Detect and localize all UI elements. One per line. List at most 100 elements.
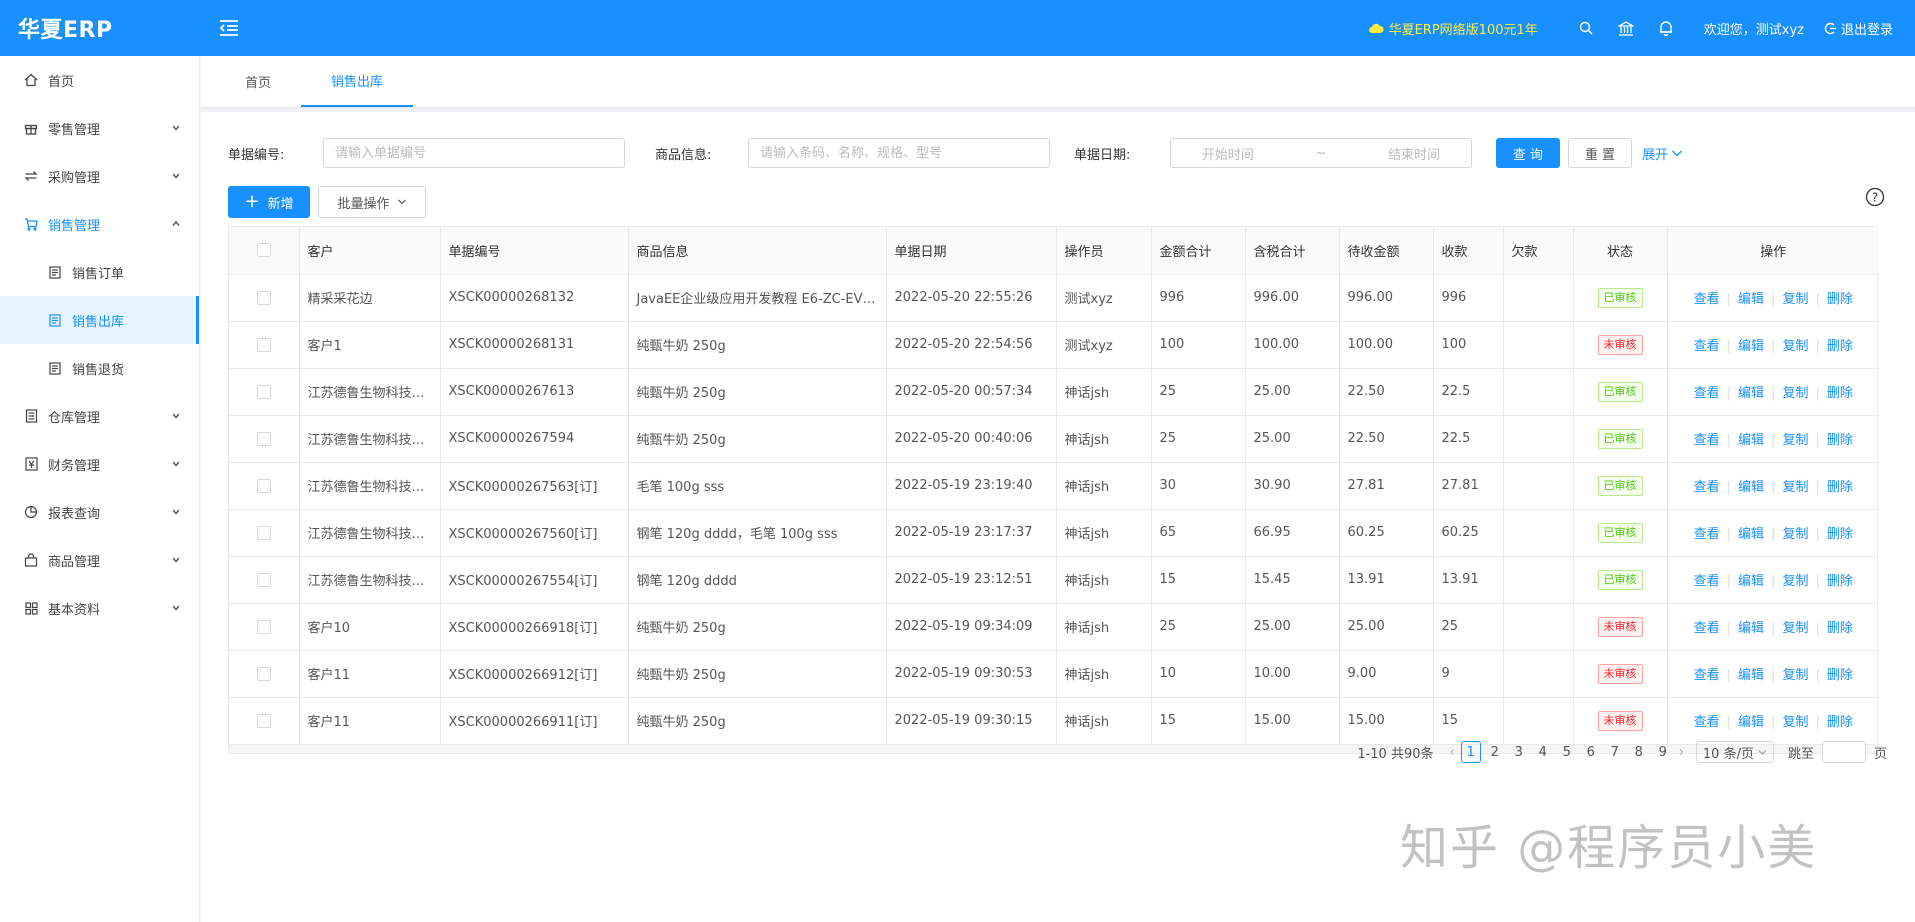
app-logo[interactable]: 华夏ERP xyxy=(0,12,200,44)
help-icon[interactable]: ? xyxy=(1865,187,1885,211)
page-number[interactable]: 9 xyxy=(1653,741,1673,763)
copy-link[interactable]: 复制 xyxy=(1782,668,1808,683)
row-checkbox[interactable] xyxy=(256,384,271,399)
goods-input[interactable] xyxy=(748,138,1050,168)
edit-link[interactable]: 编辑 xyxy=(1738,480,1764,495)
sidebar-item-sales[interactable]: 销售管理 xyxy=(0,200,199,248)
row-checkbox[interactable] xyxy=(256,713,271,728)
sidebar-item-sales-return[interactable]: 销售退货 xyxy=(0,344,199,392)
logout-button[interactable]: 退出登录 xyxy=(1824,19,1893,38)
sidebar-item-retail[interactable]: 零售管理 xyxy=(0,104,199,152)
view-link[interactable]: 查看 xyxy=(1694,715,1720,730)
view-link[interactable]: 查看 xyxy=(1694,433,1720,448)
next-page-icon[interactable]: › xyxy=(1679,745,1684,760)
delete-link[interactable]: 删除 xyxy=(1827,433,1853,448)
expand-link[interactable]: 展开 xyxy=(1642,144,1683,163)
start-date[interactable]: 开始时间 xyxy=(1202,144,1254,163)
query-button[interactable]: 查 询 xyxy=(1496,138,1560,168)
batch-ops-button[interactable]: 批量操作 xyxy=(318,186,426,218)
page-number[interactable]: 4 xyxy=(1533,741,1553,763)
sidebar-item-finance[interactable]: 财务管理 xyxy=(0,440,199,488)
edit-link[interactable]: 编辑 xyxy=(1738,292,1764,307)
select-all-checkbox[interactable] xyxy=(256,243,271,258)
end-date[interactable]: 结束时间 xyxy=(1388,144,1440,163)
copy-link[interactable]: 复制 xyxy=(1782,292,1808,307)
row-checkbox[interactable] xyxy=(256,478,271,493)
copy-link[interactable]: 复制 xyxy=(1782,339,1808,354)
page-number[interactable]: 2 xyxy=(1485,741,1505,763)
copy-link[interactable]: 复制 xyxy=(1782,480,1808,495)
row-checkbox[interactable] xyxy=(256,337,271,352)
row-checkbox[interactable] xyxy=(256,431,271,446)
copy-link[interactable]: 复制 xyxy=(1782,527,1808,542)
tab-sales-out[interactable]: 销售出库 xyxy=(301,55,414,107)
delete-link[interactable]: 删除 xyxy=(1827,480,1853,495)
delete-link[interactable]: 删除 xyxy=(1827,339,1853,354)
promo-link[interactable]: 华夏ERP网络版100元1年 xyxy=(1368,19,1538,38)
sidebar-item-sales-order[interactable]: 销售订单 xyxy=(0,248,199,296)
view-link[interactable]: 查看 xyxy=(1694,292,1720,307)
edit-link[interactable]: 编辑 xyxy=(1738,715,1764,730)
welcome-user[interactable]: 欢迎您，测试xyz xyxy=(1704,19,1804,38)
sidebar-item-purchase[interactable]: 采购管理 xyxy=(0,152,199,200)
sidebar-item-basic[interactable]: 基本资料 xyxy=(0,584,199,632)
bank-icon[interactable] xyxy=(1606,20,1646,36)
date-range-picker[interactable]: 开始时间 ~ 结束时间 xyxy=(1170,138,1472,168)
row-checkbox[interactable] xyxy=(256,666,271,681)
delete-link[interactable]: 删除 xyxy=(1827,621,1853,636)
bill-no-input[interactable] xyxy=(323,138,625,168)
row-checkbox[interactable] xyxy=(256,290,271,305)
sidebar-item-sales-out[interactable]: 销售出库 xyxy=(0,296,199,344)
view-link[interactable]: 查看 xyxy=(1694,480,1720,495)
edit-link[interactable]: 编辑 xyxy=(1738,339,1764,354)
delete-link[interactable]: 删除 xyxy=(1827,527,1853,542)
page-size-select[interactable]: 10 条/页 xyxy=(1695,741,1774,763)
page-number[interactable]: 5 xyxy=(1557,741,1577,763)
view-link[interactable]: 查看 xyxy=(1694,668,1720,683)
edit-link[interactable]: 编辑 xyxy=(1738,668,1764,683)
delete-link[interactable]: 删除 xyxy=(1827,386,1853,401)
reset-button[interactable]: 重 置 xyxy=(1568,138,1632,168)
page-number[interactable]: 7 xyxy=(1605,741,1625,763)
page-number[interactable]: 6 xyxy=(1581,741,1601,763)
delete-link[interactable]: 删除 xyxy=(1827,292,1853,307)
status-badge: 已审核 xyxy=(1597,475,1643,496)
bell-icon[interactable] xyxy=(1646,20,1686,36)
search-icon[interactable] xyxy=(1566,21,1606,35)
copy-link[interactable]: 复制 xyxy=(1782,621,1808,636)
edit-link[interactable]: 编辑 xyxy=(1738,621,1764,636)
delete-link[interactable]: 删除 xyxy=(1827,668,1853,683)
page-jump-input[interactable] xyxy=(1821,741,1866,763)
page-number[interactable]: 8 xyxy=(1629,741,1649,763)
row-checkbox[interactable] xyxy=(256,572,271,587)
sidebar-item-home[interactable]: 首页 xyxy=(0,56,199,104)
view-link[interactable]: 查看 xyxy=(1694,621,1720,636)
sidebar-item-reports[interactable]: 报表查询 xyxy=(0,488,199,536)
page-number[interactable]: 3 xyxy=(1509,741,1529,763)
jump-label: 跳至 xyxy=(1787,746,1814,762)
prev-page-icon[interactable]: ‹ xyxy=(1450,745,1455,760)
view-link[interactable]: 查看 xyxy=(1694,527,1720,542)
delete-link[interactable]: 删除 xyxy=(1827,715,1853,730)
copy-link[interactable]: 复制 xyxy=(1782,574,1808,589)
copy-link[interactable]: 复制 xyxy=(1782,715,1808,730)
view-link[interactable]: 查看 xyxy=(1694,574,1720,589)
row-checkbox[interactable] xyxy=(256,525,271,540)
copy-link[interactable]: 复制 xyxy=(1782,433,1808,448)
view-link[interactable]: 查看 xyxy=(1694,386,1720,401)
page-number[interactable]: 1 xyxy=(1460,741,1481,763)
view-link[interactable]: 查看 xyxy=(1694,339,1720,354)
tab-home[interactable]: 首页 xyxy=(215,55,301,107)
menu-fold-icon[interactable] xyxy=(218,17,240,39)
edit-link[interactable]: 编辑 xyxy=(1738,527,1764,542)
sidebar-item-goods[interactable]: 商品管理 xyxy=(0,536,199,584)
edit-link[interactable]: 编辑 xyxy=(1738,574,1764,589)
edit-link[interactable]: 编辑 xyxy=(1738,433,1764,448)
warehouse-icon xyxy=(24,409,38,423)
row-checkbox[interactable] xyxy=(256,619,271,634)
sidebar-item-warehouse[interactable]: 仓库管理 xyxy=(0,392,199,440)
add-button[interactable]: + 新增 xyxy=(228,186,310,218)
edit-link[interactable]: 编辑 xyxy=(1738,386,1764,401)
copy-link[interactable]: 复制 xyxy=(1782,386,1808,401)
delete-link[interactable]: 删除 xyxy=(1827,574,1853,589)
